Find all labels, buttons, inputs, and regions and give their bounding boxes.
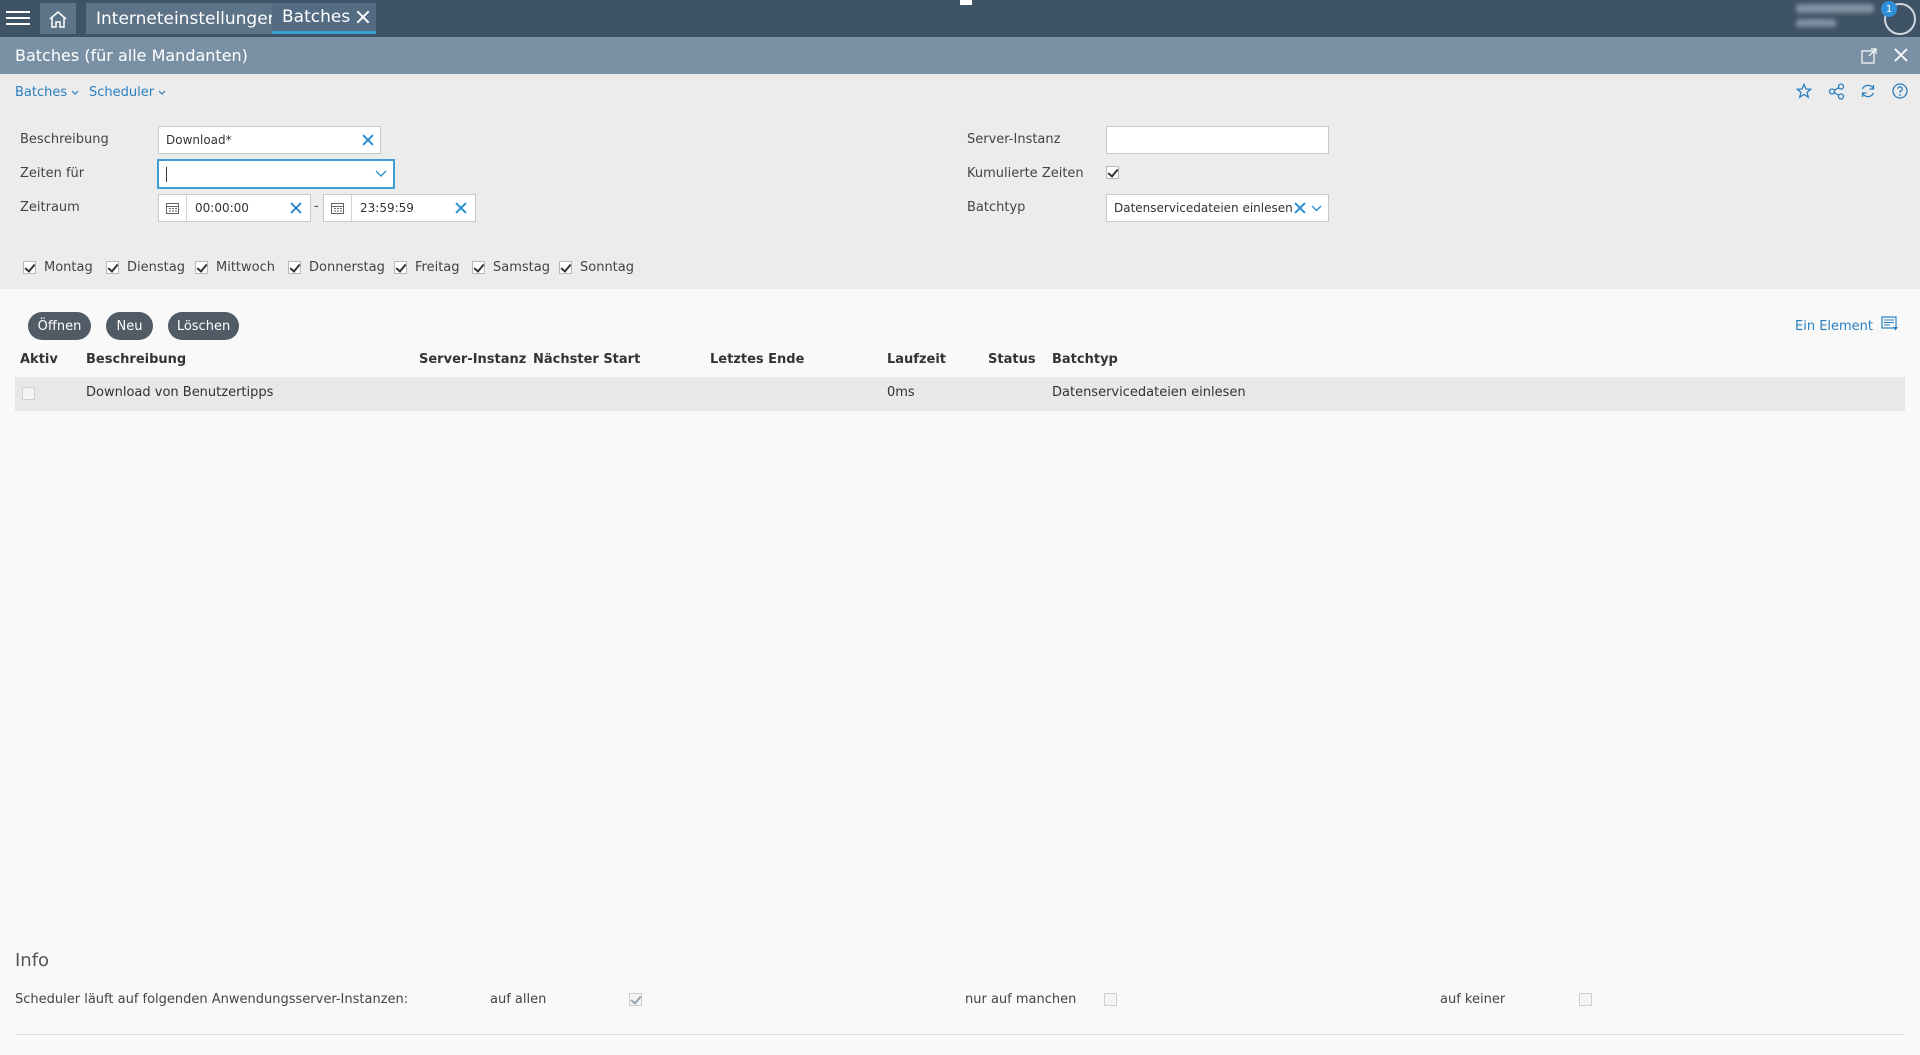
- help-icon[interactable]: [1892, 83, 1908, 99]
- divider: [15, 1034, 1905, 1035]
- view-title-bar: Batches (für alle Mandanten): [0, 37, 1920, 74]
- auf-keiner-label: auf keiner: [1440, 992, 1506, 1007]
- zeitraum-from-input[interactable]: 00:00:00: [158, 194, 311, 222]
- cell-beschreibung: Download von Benutzertipps: [86, 385, 274, 400]
- freitag-label: Freitag: [415, 260, 460, 275]
- batches-menu[interactable]: Batches: [15, 85, 79, 100]
- table-row[interactable]: [15, 377, 1905, 411]
- montag-label: Montag: [44, 260, 93, 275]
- calendar-icon: [166, 203, 179, 214]
- samstag-label: Samstag: [493, 260, 550, 275]
- freitag-checkbox[interactable]: [394, 261, 407, 274]
- calendar-icon: [331, 203, 344, 214]
- clear-icon[interactable]: [290, 202, 302, 214]
- text-cursor: [166, 166, 167, 182]
- nur-auf-manchen-checkbox: [1104, 993, 1117, 1006]
- zeitraum-to-input[interactable]: 23:59:59: [323, 194, 476, 222]
- scheduler-menu-label: Scheduler: [89, 85, 155, 100]
- samstag-checkbox[interactable]: [472, 261, 485, 274]
- beschreibung-input[interactable]: Download*: [158, 126, 381, 154]
- delete-button[interactable]: Löschen: [168, 312, 239, 340]
- batchtyp-value: Datenservicedateien einlesen: [1114, 201, 1293, 215]
- mittwoch-checkbox[interactable]: [195, 261, 208, 274]
- column-header-aktiv[interactable]: Aktiv: [20, 352, 58, 367]
- tab-label: Interneteinstellungen: [96, 8, 279, 29]
- star-icon[interactable]: [1796, 83, 1812, 99]
- hamburger-menu-icon[interactable]: [6, 8, 30, 28]
- server-instanz-label: Server-Instanz: [967, 132, 1061, 147]
- kumulierte-zeiten-label: Kumulierte Zeiten: [967, 166, 1084, 181]
- table-settings-icon[interactable]: [1881, 316, 1899, 332]
- aktiv-checkbox[interactable]: [22, 387, 35, 400]
- nur-auf-manchen-label: nur auf manchen: [965, 992, 1077, 1007]
- refresh-icon[interactable]: [1860, 83, 1876, 99]
- beschreibung-value: Download*: [166, 133, 232, 147]
- scheduler-instances-label: Scheduler läuft auf folgenden Anwendungs…: [15, 992, 409, 1007]
- close-tab-icon[interactable]: [356, 10, 370, 24]
- close-icon[interactable]: [1893, 47, 1909, 63]
- share-icon[interactable]: [1828, 83, 1845, 100]
- item-count-link[interactable]: Ein Element: [1795, 319, 1873, 334]
- open-button[interactable]: Öffnen: [28, 312, 91, 340]
- sonntag-label: Sonntag: [580, 260, 634, 275]
- column-header-batchtyp[interactable]: Batchtyp: [1052, 352, 1118, 367]
- dienstag-checkbox[interactable]: [106, 261, 119, 274]
- cell-laufzeit: 0ms: [887, 385, 915, 400]
- column-header-status[interactable]: Status: [988, 352, 1036, 367]
- clear-icon[interactable]: [362, 134, 374, 146]
- home-icon: [49, 10, 67, 28]
- batches-menu-label: Batches: [15, 85, 68, 100]
- chevron-down-icon[interactable]: [375, 170, 387, 178]
- clear-icon[interactable]: [455, 202, 467, 214]
- window-notch: [960, 0, 972, 5]
- scheduler-menu[interactable]: Scheduler: [89, 85, 166, 100]
- server-instanz-input[interactable]: [1106, 126, 1329, 154]
- tab-label: Batches: [282, 7, 351, 27]
- beschreibung-label: Beschreibung: [20, 132, 109, 147]
- tab-batches[interactable]: Batches: [272, 3, 377, 34]
- notification-badge: 1: [1881, 1, 1897, 17]
- chevron-down-icon[interactable]: [1311, 205, 1322, 212]
- montag-checkbox[interactable]: [23, 261, 36, 274]
- column-header-beschreibung[interactable]: Beschreibung: [86, 352, 186, 367]
- user-info-blurred[interactable]: [1796, 4, 1886, 32]
- sonntag-checkbox[interactable]: [559, 261, 572, 274]
- popout-icon[interactable]: [1861, 47, 1878, 64]
- new-button[interactable]: Neu: [106, 312, 153, 340]
- auf-allen-label: auf allen: [490, 992, 547, 1007]
- dienstag-label: Dienstag: [127, 260, 185, 275]
- chevron-down-icon: [71, 90, 79, 95]
- donnerstag-label: Donnerstag: [309, 260, 385, 275]
- info-section-title: Info: [15, 950, 50, 971]
- zeiten-fuer-select[interactable]: [157, 159, 395, 189]
- calendar-button[interactable]: [159, 195, 187, 221]
- kumulierte-zeiten-checkbox[interactable]: [1106, 166, 1119, 179]
- batchtyp-select[interactable]: Datenservicedateien einlesen: [1106, 194, 1329, 222]
- column-header-laufzeit[interactable]: Laufzeit: [887, 352, 946, 367]
- home-button[interactable]: [40, 3, 76, 34]
- toolbar: [0, 74, 1920, 112]
- auf-keiner-checkbox: [1579, 993, 1592, 1006]
- mittwoch-label: Mittwoch: [216, 260, 275, 275]
- batchtyp-label: Batchtyp: [967, 200, 1026, 215]
- zeitraum-from-value: 00:00:00: [195, 201, 249, 215]
- zeitraum-separator: -: [314, 199, 319, 214]
- zeitraum-to-value: 23:59:59: [360, 201, 414, 215]
- zeitraum-label: Zeitraum: [20, 200, 80, 215]
- chevron-down-icon: [158, 90, 166, 95]
- auf-allen-checkbox: [629, 993, 642, 1006]
- zeiten-fuer-label: Zeiten für: [20, 166, 85, 181]
- page-title: Batches (für alle Mandanten): [15, 46, 248, 65]
- calendar-button[interactable]: [324, 195, 352, 221]
- donnerstag-checkbox[interactable]: [288, 261, 301, 274]
- column-header-letztes-ende[interactable]: Letztes Ende: [710, 352, 804, 367]
- clear-icon[interactable]: [1294, 202, 1306, 214]
- column-header-naechster-start[interactable]: Nächster Start: [533, 352, 640, 367]
- column-header-server-instanz[interactable]: Server-Instanz: [419, 352, 526, 367]
- cell-batchtyp: Datenservicedateien einlesen: [1052, 385, 1246, 400]
